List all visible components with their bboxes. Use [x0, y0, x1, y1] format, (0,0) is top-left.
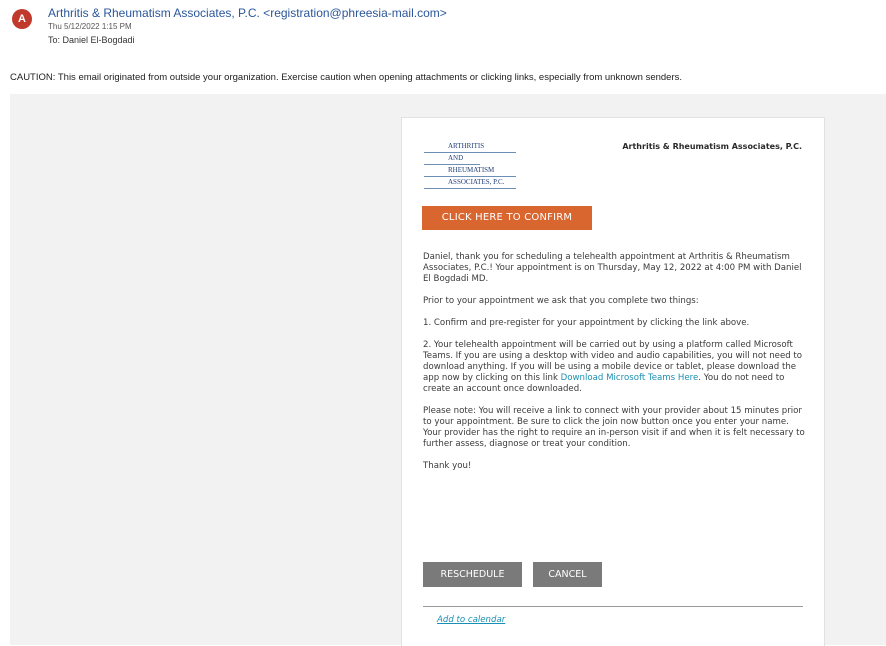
confirm-button[interactable]: CLICK HERE TO CONFIRM [422, 206, 592, 230]
email-header: A Arthritis & Rheumatism Associates, P.C… [0, 0, 886, 60]
sender-address[interactable]: Arthritis & Rheumatism Associates, P.C. … [48, 6, 447, 20]
note-paragraph: Please note: You will receive a link to … [423, 406, 805, 449]
recipient-line: To: Daniel El-Bogdadi [48, 35, 135, 45]
download-teams-link[interactable]: Download Microsoft Teams Here [561, 373, 699, 383]
sent-date: Thu 5/12/2022 1:15 PM [48, 22, 132, 31]
sender-avatar: A [12, 9, 32, 29]
reschedule-button[interactable]: RESCHEDULE [423, 562, 522, 587]
instructions-intro: Prior to your appointment we ask that yo… [423, 296, 699, 306]
logo-line: AND [424, 153, 480, 165]
cancel-button[interactable]: CANCEL [533, 562, 602, 587]
email-content-card: ARTHRITIS AND RHEUMATISM ASSOCIATES, P.C… [401, 117, 825, 646]
message-body: Daniel, thank you for scheduling a teleh… [423, 252, 807, 483]
logo-line: ARTHRITIS [424, 141, 516, 153]
add-to-calendar-link[interactable]: Add to calendar [437, 615, 505, 625]
practice-logo: ARTHRITIS AND RHEUMATISM ASSOCIATES, P.C… [424, 141, 516, 189]
greeting-paragraph: Daniel, thank you for scheduling a teleh… [423, 252, 802, 284]
divider [423, 606, 803, 607]
caution-banner: CAUTION: This email originated from outs… [10, 72, 683, 83]
step-one-paragraph: 1. Confirm and pre-register for your app… [423, 318, 750, 328]
thank-you-text: Thank you! [423, 461, 472, 471]
logo-line: ASSOCIATES, P.C. [424, 177, 516, 189]
practice-name: Arthritis & Rheumatism Associates, P.C. [622, 142, 802, 151]
logo-line: RHEUMATISM [424, 165, 516, 177]
step-two-paragraph: 2. Your telehealth appointment will be c… [423, 340, 807, 395]
